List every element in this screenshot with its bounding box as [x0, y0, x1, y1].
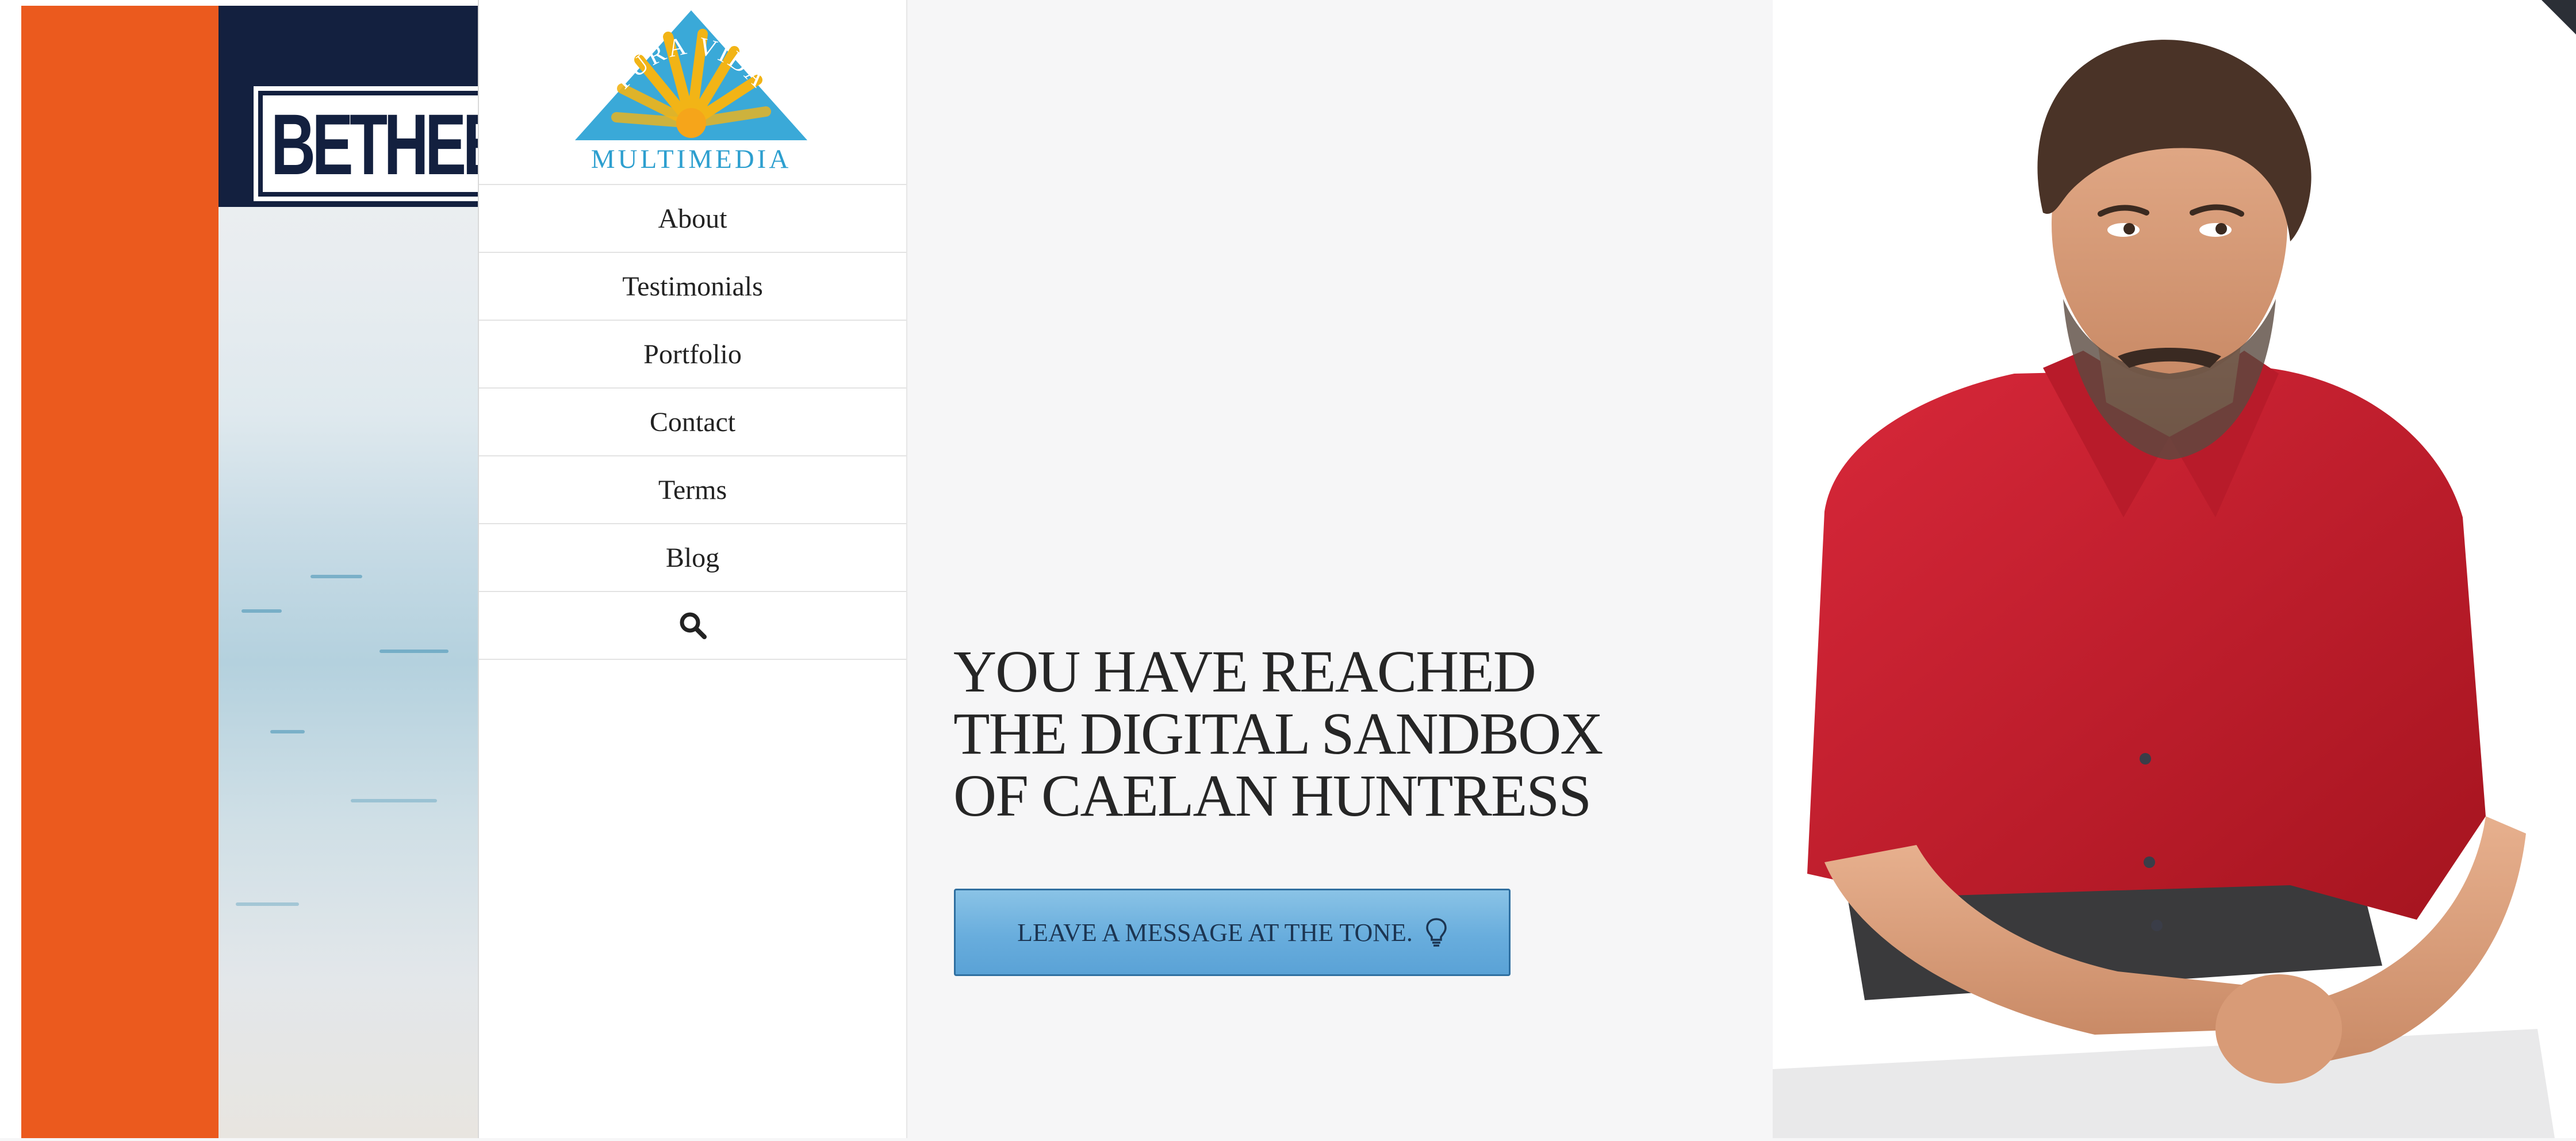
- nav-item-blog[interactable]: Blog: [479, 523, 906, 591]
- ocean-image-panel: BETHEBE: [218, 6, 478, 1138]
- banner-header: BETHEBE: [218, 6, 478, 207]
- nav-item-terms[interactable]: Terms: [479, 455, 906, 523]
- hero-headline: YOU HAVE REACHED THE DIGITAL SANDBOX OF …: [953, 641, 1643, 827]
- background-preview: BETHEBE: [0, 0, 478, 1138]
- orange-accent-strip: [21, 6, 218, 1138]
- wave-decoration: [310, 575, 362, 578]
- leave-message-label: LEAVE A MESSAGE AT THE TONE.: [1017, 918, 1413, 947]
- portrait-photo: [1773, 0, 2576, 1138]
- banner-text: BETHEBE: [271, 96, 478, 193]
- banner-logo-box: BETHEBE: [254, 86, 478, 201]
- wave-decoration: [236, 902, 299, 906]
- wave-decoration: [241, 609, 282, 613]
- wave-decoration: [351, 799, 437, 802]
- lightbulb-icon: [1426, 918, 1447, 947]
- sidebar: PURA VIDA MULTIMEDIA About Testimonials …: [478, 0, 907, 1138]
- nav-search-button[interactable]: [479, 591, 906, 660]
- nav-item-portfolio[interactable]: Portfolio: [479, 320, 906, 387]
- site-logo[interactable]: PURA VIDA MULTIMEDIA: [570, 8, 812, 175]
- search-icon: [680, 612, 707, 639]
- corner-ribbon: [2542, 0, 2576, 34]
- headline-line: THE DIGITAL SANDBOX: [953, 701, 1603, 767]
- leave-message-button[interactable]: LEAVE A MESSAGE AT THE TONE.: [954, 889, 1511, 976]
- nav-item-about[interactable]: About: [479, 184, 906, 252]
- wave-decoration: [270, 730, 305, 733]
- wave-decoration: [379, 650, 448, 653]
- headline-line: YOU HAVE REACHED: [953, 639, 1536, 705]
- nav-item-testimonials[interactable]: Testimonials: [479, 252, 906, 320]
- portrait-illustration: [1773, 0, 2576, 1138]
- nav-item-contact[interactable]: Contact: [479, 387, 906, 455]
- logo-mark: PURA VIDA: [575, 10, 807, 140]
- logo-wordmark: MULTIMEDIA: [591, 144, 792, 174]
- headline-line: OF CAELAN HUNTRESS: [953, 763, 1592, 829]
- main-nav: About Testimonials Portfolio Contact Ter…: [479, 184, 906, 660]
